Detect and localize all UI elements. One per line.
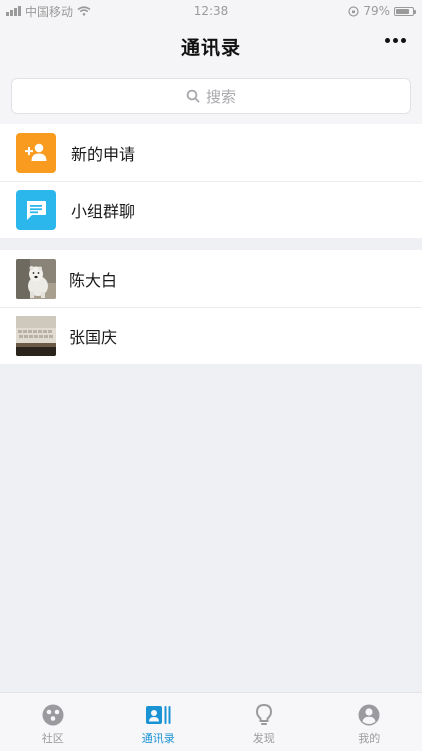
tab-label: 通讯录	[142, 730, 175, 746]
orientation-lock-icon	[348, 6, 359, 17]
tab-discover[interactable]: 发现	[211, 693, 317, 751]
contact-name: 陈大白	[69, 267, 117, 291]
new-request-item[interactable]: 新的申请	[0, 124, 422, 181]
status-left: 中国移动	[0, 3, 91, 20]
function-list: 新的申请 小组群聊	[0, 124, 422, 238]
more-dot-icon	[401, 38, 406, 43]
lightbulb-icon	[251, 702, 277, 728]
tab-label: 发现	[253, 730, 275, 746]
wifi-icon	[77, 6, 91, 16]
battery-icon	[394, 7, 414, 16]
status-bar: 中国移动 12:38 79%	[0, 0, 422, 22]
new-request-label: 新的申请	[71, 141, 135, 165]
search-input[interactable]: 搜索	[11, 78, 411, 114]
contact-item[interactable]: 陈大白	[0, 250, 422, 307]
contacts-icon	[145, 702, 171, 728]
avatar-polar-bear	[16, 259, 56, 299]
group-chat-icon	[16, 190, 56, 230]
tab-community[interactable]: 社区	[0, 693, 106, 751]
group-chat-label: 小组群聊	[71, 198, 135, 222]
more-dot-icon	[385, 38, 390, 43]
tab-label: 我的	[358, 730, 380, 746]
add-friend-icon	[16, 133, 56, 173]
search-placeholder: 搜索	[206, 86, 236, 107]
tab-contacts[interactable]: 通讯录	[106, 693, 212, 751]
search-area: 搜索	[0, 70, 422, 124]
profile-icon	[356, 702, 382, 728]
page-title: 通讯录	[181, 33, 241, 60]
carrier-label: 中国移动	[25, 3, 73, 20]
battery-percent: 79%	[363, 4, 390, 18]
group-chat-item[interactable]: 小组群聊	[0, 181, 422, 238]
contact-list: 陈大白 张国庆	[0, 250, 422, 364]
search-icon	[186, 89, 200, 103]
signal-icon	[6, 6, 21, 16]
tab-profile[interactable]: 我的	[317, 693, 422, 751]
status-right: 79%	[348, 4, 422, 18]
more-dot-icon	[393, 38, 398, 43]
contact-item[interactable]: 张国庆	[0, 307, 422, 364]
community-icon	[40, 702, 66, 728]
contact-name: 张国庆	[69, 324, 117, 348]
tab-label: 社区	[42, 730, 64, 746]
tab-bar: 社区 通讯录 发现	[0, 692, 422, 751]
more-options-button[interactable]	[385, 38, 406, 43]
nav-bar: 通讯录	[0, 22, 422, 70]
avatar-keyboard	[16, 316, 56, 356]
